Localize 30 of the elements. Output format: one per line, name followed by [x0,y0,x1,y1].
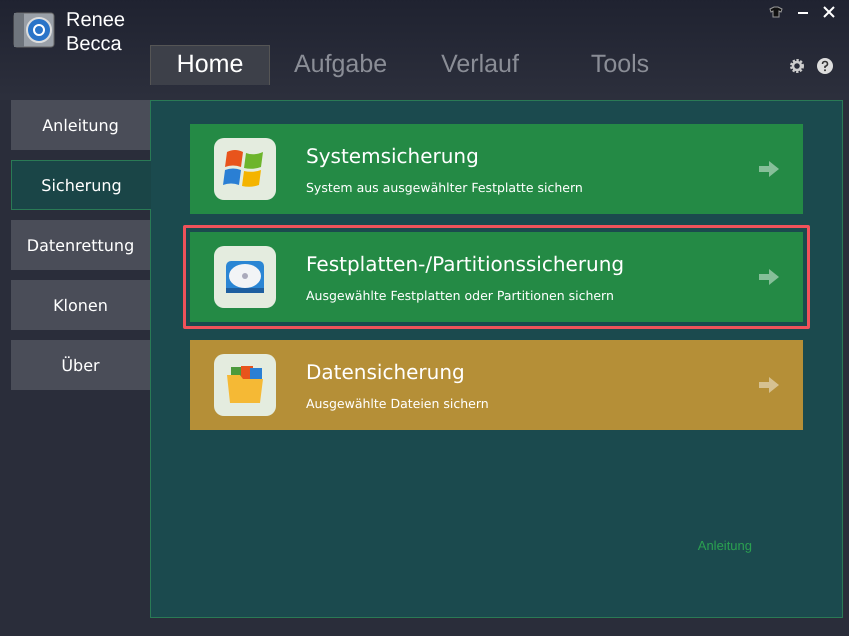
sidebar-item[interactable]: Sicherung [11,160,151,210]
settings-icon[interactable] [789,58,805,74]
card-description: Ausgewählte Dateien sichern [306,396,490,410]
app-name: Renee [66,8,125,32]
arrow-right-icon [759,269,779,285]
card-description: System aus ausgewählter Festplatte sichern [306,180,584,194]
nav-tab[interactable]: Verlauf [410,45,550,85]
safe-icon [12,10,56,50]
sidebar-item[interactable]: Anleitung [11,100,150,150]
backup-card[interactable]: Datensicherung Ausgewählte Dateien sichern [190,340,803,430]
card-title: Systemsicherung [306,144,480,168]
nav-tab[interactable]: Home [150,45,270,85]
backup-card[interactable]: Festplatten-/Partitionssicherung Ausgewählte Festplatten oder Partitionen sichern [190,232,803,322]
sidebar-item[interactable]: Über [11,340,150,390]
app-name: Becca [66,32,123,56]
close-icon[interactable] [823,6,835,18]
shirt-icon[interactable] [769,6,783,18]
card-title: Festplatten-/Partitionssicherung [306,252,626,276]
nav-tab[interactable]: Tools [550,45,690,85]
arrow-right-icon [759,377,779,393]
card-description: Ausgewählte Festplatten oder Partitionen sichern [306,288,615,302]
card-title: Datensicherung [306,360,466,384]
help-link[interactable]: Anleitung [698,538,752,553]
help-icon[interactable] [817,58,833,74]
sidebar-item[interactable]: Datenrettung [11,220,150,270]
arrow-right-icon [759,161,779,177]
sidebar-item[interactable]: Klonen [11,280,150,330]
nav-tab[interactable]: Aufgabe [270,45,410,85]
backup-card[interactable]: Systemsicherung System aus ausgewählter Festplatte sichern [190,124,803,214]
folder-icon [224,365,266,405]
